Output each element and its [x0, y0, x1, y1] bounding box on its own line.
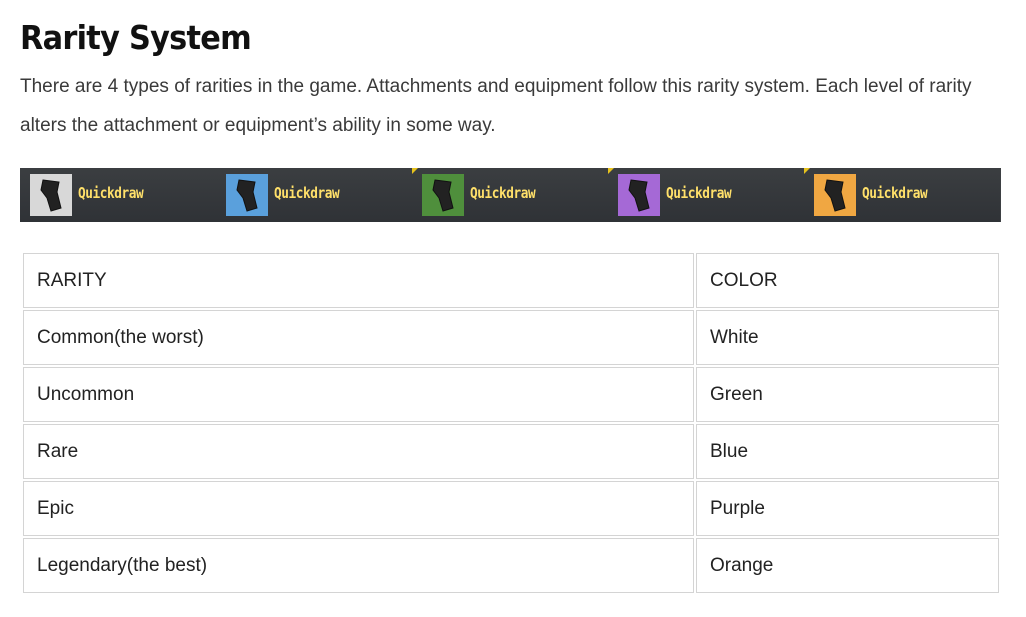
rarity-cell: Uncommon: [23, 367, 694, 422]
table-row: Epic Purple: [23, 481, 999, 536]
table-row: Legendary(the best) Orange: [23, 538, 999, 593]
grip-icon: [422, 174, 464, 216]
banner-item-label: Quickdraw: [470, 184, 536, 202]
color-cell: Purple: [696, 481, 999, 536]
banner-item-label: Quickdraw: [274, 184, 340, 202]
banner-item-common: Quickdraw: [20, 168, 216, 222]
table-row: Uncommon Green: [23, 367, 999, 422]
table-header-row: RARITY COLOR: [23, 253, 999, 308]
grip-icon: [814, 174, 856, 216]
table-row: Common(the worst) White: [23, 310, 999, 365]
grip-icon: [226, 174, 268, 216]
rarity-cell: Common(the worst): [23, 310, 694, 365]
column-header-rarity: RARITY: [23, 253, 694, 308]
grip-icon: [618, 174, 660, 216]
banner-item-uncommon: Quickdraw: [412, 168, 608, 222]
rarity-cell: Rare: [23, 424, 694, 479]
section-heading: Rarity System: [20, 18, 252, 57]
banner-item-legendary: Quickdraw: [804, 168, 1000, 222]
banner-item-label: Quickdraw: [862, 184, 928, 202]
banner-item-epic: Quickdraw: [608, 168, 804, 222]
color-cell: Orange: [696, 538, 999, 593]
banner-item-label: Quickdraw: [78, 184, 144, 202]
rarity-table: RARITY COLOR Common(the worst) White Unc…: [21, 251, 1001, 595]
banner-item-rare: Quickdraw: [216, 168, 412, 222]
table-row: Rare Blue: [23, 424, 999, 479]
banner-item-label: Quickdraw: [666, 184, 732, 202]
rarity-banner-image: Quickdraw Quickdraw Quickdraw Quickdraw: [20, 168, 1001, 222]
rarity-cell: Legendary(the best): [23, 538, 694, 593]
color-cell: Green: [696, 367, 999, 422]
color-cell: Blue: [696, 424, 999, 479]
grip-icon: [30, 174, 72, 216]
column-header-color: COLOR: [696, 253, 999, 308]
color-cell: White: [696, 310, 999, 365]
intro-paragraph: There are 4 types of rarities in the gam…: [20, 76, 972, 136]
rarity-cell: Epic: [23, 481, 694, 536]
